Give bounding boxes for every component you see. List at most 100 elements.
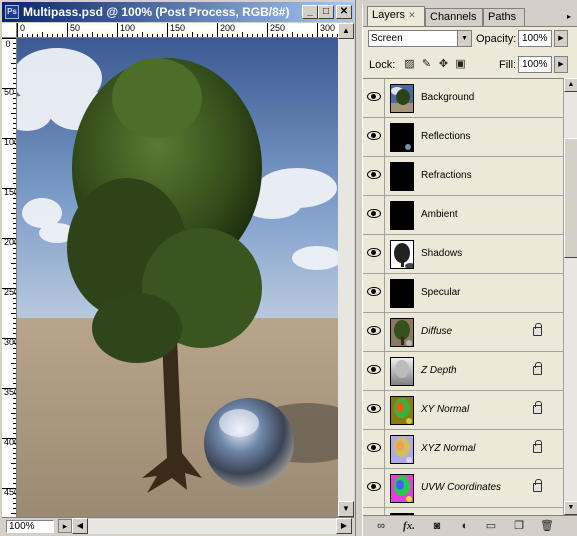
layer-row[interactable]: Specular: [363, 274, 563, 313]
tab-layers[interactable]: Layers ✕: [367, 6, 425, 26]
ruler-tick: [97, 34, 98, 37]
ruler-tick: [22, 34, 23, 37]
adjustment-icon[interactable]: ◐: [457, 519, 473, 533]
ruler-tick: [13, 198, 16, 199]
ruler-tick: [332, 34, 333, 37]
fx-icon[interactable]: fx.: [401, 519, 417, 533]
visibility-toggle[interactable]: [363, 196, 385, 234]
fill-slider-button[interactable]: ▶: [554, 56, 568, 73]
fill-input[interactable]: 100%: [518, 56, 552, 73]
lock-position-icon[interactable]: ✥: [437, 58, 450, 71]
tab-paths[interactable]: Paths: [483, 8, 525, 26]
ruler-tick: [13, 423, 16, 424]
tab-channels[interactable]: Channels: [425, 8, 483, 26]
layer-row[interactable]: Diffuse: [363, 313, 563, 352]
ruler-tick: [11, 313, 16, 314]
tab-close-icon[interactable]: ✕: [408, 10, 416, 20]
layer-row[interactable]: Ambient: [363, 196, 563, 235]
lock-image-icon[interactable]: ✎: [420, 58, 433, 71]
ruler-tick: [32, 34, 33, 37]
vertical-ruler[interactable]: 0 50 100 150 200 250 300 350 400 450: [2, 38, 17, 517]
lock-icon: [533, 440, 542, 453]
document-title-bar[interactable]: Ps Multipass.psd @ 100% (Post Process, R…: [2, 2, 354, 22]
status-menu-icon[interactable]: ▸: [58, 519, 72, 533]
new-layer-icon[interactable]: ❐: [511, 519, 527, 533]
scroll-up-button[interactable]: ▲: [564, 78, 577, 92]
layer-thumbnail: [390, 396, 414, 425]
panel-menu-icon[interactable]: ▸: [564, 12, 574, 22]
scroll-thumb[interactable]: [564, 138, 577, 258]
ruler-tick: [13, 468, 16, 469]
ruler-tick: [13, 148, 16, 149]
visibility-toggle[interactable]: [363, 391, 385, 429]
scroll-right-button[interactable]: ▶: [336, 518, 352, 534]
trash-icon[interactable]: 🗑: [539, 519, 555, 533]
ruler-tick: [282, 34, 283, 37]
blend-mode-select[interactable]: Screen ▼: [368, 30, 472, 47]
folder-icon[interactable]: ▭: [483, 519, 499, 533]
visibility-toggle[interactable]: [363, 79, 385, 117]
link-icon[interactable]: ∞: [373, 519, 389, 533]
layer-row[interactable]: Background: [363, 79, 563, 118]
maximize-button[interactable]: □: [318, 5, 334, 19]
layer-row[interactable]: XYZ Normal: [363, 430, 563, 469]
mask-icon[interactable]: ◙: [429, 519, 445, 533]
ruler-tick: [13, 333, 16, 334]
horizontal-scroll-track[interactable]: [88, 519, 336, 534]
zoom-level-field[interactable]: 100%: [6, 520, 54, 533]
ruler-tick: [13, 153, 16, 154]
ruler-tick: [252, 34, 253, 37]
ruler-origin[interactable]: [2, 23, 17, 38]
layer-options: Screen ▼ Opacity: 100% ▶ Lock: ▨ ✎ ✥ ▣ F…: [363, 26, 577, 78]
visibility-toggle[interactable]: [363, 352, 385, 390]
ruler-tick: [13, 358, 16, 359]
visibility-toggle[interactable]: [363, 274, 385, 312]
layer-row[interactable]: XY Normal: [363, 391, 563, 430]
lock-icon: [533, 401, 542, 414]
blend-mode-value: Screen: [371, 33, 403, 44]
visibility-toggle[interactable]: [363, 313, 385, 351]
lock-transparency-icon[interactable]: ▨: [403, 58, 416, 71]
visibility-toggle[interactable]: [363, 469, 385, 507]
visibility-toggle[interactable]: [363, 508, 385, 515]
scroll-up-button[interactable]: ▲: [338, 23, 354, 39]
document-title: Multipass.psd @ 100% (Post Process, RGB/…: [23, 5, 290, 19]
ruler-tick: [17, 23, 18, 37]
visibility-toggle[interactable]: [363, 157, 385, 195]
layer-row[interactable]: UVW Coordinates: [363, 469, 563, 508]
ruler-tick: [317, 23, 318, 37]
opacity-input[interactable]: 100%: [518, 30, 552, 47]
vertical-scrollbar[interactable]: ▲ ▼: [338, 23, 354, 517]
ruler-tick: [13, 398, 16, 399]
ruler-tick: [13, 143, 16, 144]
minimize-button[interactable]: _: [302, 5, 318, 19]
ruler-tick: [262, 34, 263, 37]
ruler-tick: [132, 34, 133, 37]
visibility-toggle[interactable]: [363, 235, 385, 273]
lock-all-icon[interactable]: ▣: [454, 58, 467, 71]
layer-row[interactable]: Z Depth: [363, 352, 563, 391]
visibility-toggle[interactable]: [363, 118, 385, 156]
layer-list-scrollbar[interactable]: ▲ ▼: [563, 78, 577, 515]
ruler-tick: [127, 34, 128, 37]
ruler-tick: [13, 218, 16, 219]
ruler-tick: [13, 78, 16, 79]
scroll-down-button[interactable]: ▼: [338, 501, 354, 517]
layer-row[interactable]: [363, 508, 563, 515]
image-canvas[interactable]: [17, 38, 338, 517]
scroll-left-button[interactable]: ◀: [72, 518, 88, 534]
layer-row[interactable]: Reflections: [363, 118, 563, 157]
layer-row[interactable]: Refractions: [363, 157, 563, 196]
visibility-toggle[interactable]: [363, 430, 385, 468]
opacity-slider-button[interactable]: ▶: [554, 30, 568, 47]
scroll-down-button[interactable]: ▼: [564, 501, 577, 515]
eye-icon: [367, 482, 381, 491]
ruler-tick: [13, 173, 16, 174]
layer-row[interactable]: Shadows: [363, 235, 563, 274]
ruler-tick: [2, 388, 16, 389]
close-button[interactable]: ✕: [336, 5, 352, 19]
layer-name: UVW Coordinates: [421, 482, 502, 493]
ruler-tick: [13, 203, 16, 204]
ruler-tick: [11, 513, 16, 514]
horizontal-ruler[interactable]: 0 50 100 150 200 250 300: [17, 23, 338, 38]
